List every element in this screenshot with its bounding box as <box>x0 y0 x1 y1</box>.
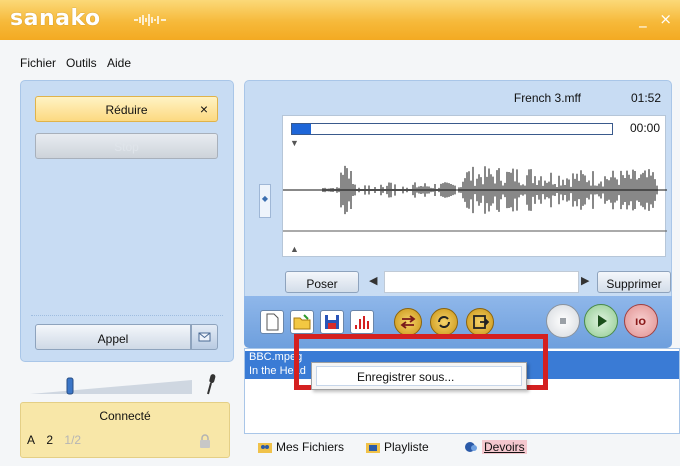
next-bookmark-icon[interactable]: ▶ <box>581 274 589 287</box>
lock-icon <box>200 434 210 448</box>
group-letter: A <box>27 433 36 447</box>
stop-icon[interactable] <box>546 304 580 338</box>
context-menu: Enregistrer sous... <box>311 362 527 390</box>
envelope-icon <box>198 332 211 342</box>
context-menu-save-as[interactable]: Enregistrer sous... <box>316 366 522 386</box>
file-name: French 3.mff <box>513 91 581 105</box>
app-logo: sanako <box>10 6 101 31</box>
context-menu-label: Enregistrer sous... <box>357 370 455 384</box>
microphone-icon <box>207 374 216 395</box>
status-panel: Connecté A 2 1/2 <box>20 402 230 458</box>
logo-wave-icon <box>134 14 166 26</box>
divider <box>31 315 223 316</box>
audio-edit-icon[interactable] <box>350 310 374 334</box>
people-folder-icon <box>258 443 272 453</box>
reduce-button[interactable]: Réduire × <box>35 96 218 122</box>
close-button[interactable]: × <box>659 10 672 28</box>
progress-bar[interactable] <box>291 123 613 135</box>
waveform-graphic <box>283 165 667 232</box>
previous-bookmark-icon[interactable]: ◀ <box>369 274 377 287</box>
supprimer-label: Supprimer <box>606 277 662 291</box>
playlist-icon <box>366 443 380 453</box>
tab-label: Devoirs <box>482 440 527 454</box>
tab-mes-fichiers[interactable]: Mes Fichiers <box>258 440 344 454</box>
save-icon[interactable] <box>320 310 344 334</box>
minimize-button[interactable]: _ <box>639 10 647 28</box>
open-folder-icon[interactable] <box>290 310 314 334</box>
pane-resize-handle[interactable]: ◆ <box>259 184 271 218</box>
left-panel: Réduire × Stop Appel <box>20 80 234 362</box>
volume-handle <box>66 377 74 395</box>
group-number: 2 <box>46 433 54 447</box>
bottom-tabs: Mes Fichiers Playliste Devoirs <box>244 434 680 466</box>
title-bar: sanako _ × <box>0 0 680 40</box>
bookmark-field[interactable] <box>384 271 579 293</box>
swap-tracks-icon[interactable] <box>394 308 422 336</box>
menu-outils[interactable]: Outils <box>66 56 97 70</box>
record-icon[interactable]: IO <box>624 304 658 338</box>
menu-bar: Fichier Outils Aide <box>0 40 680 76</box>
reduce-close-icon[interactable]: × <box>200 101 208 117</box>
app-window: sanako _ × Fichier Outils Aide Réduire ×… <box>0 0 680 466</box>
message-button[interactable] <box>191 324 218 350</box>
tab-devoirs[interactable]: Devoirs <box>464 440 527 454</box>
menu-aide[interactable]: Aide <box>107 56 131 70</box>
end-marker-icon[interactable]: ▲ <box>290 244 299 254</box>
stop-button: Stop <box>35 133 218 159</box>
connection-status: Connecté <box>99 409 151 423</box>
position-time: 00:00 <box>629 121 660 135</box>
volume-slider[interactable] <box>30 372 192 396</box>
menu-fichier[interactable]: Fichier <box>20 56 56 70</box>
tab-playliste[interactable]: Playliste <box>366 440 429 454</box>
tab-label: Playliste <box>384 440 429 454</box>
call-button[interactable]: Appel <box>35 324 191 350</box>
stop-label: Stop <box>114 140 139 154</box>
poser-label: Poser <box>306 277 338 291</box>
repeat-icon[interactable] <box>430 308 458 336</box>
reduce-label: Réduire <box>105 103 148 117</box>
play-icon[interactable] <box>584 304 618 338</box>
tab-label: Mes Fichiers <box>276 440 345 454</box>
supprimer-button[interactable]: Supprimer <box>597 271 671 293</box>
file-duration: 01:52 <box>630 91 661 105</box>
call-label: Appel <box>97 332 129 346</box>
export-icon[interactable] <box>466 308 494 336</box>
homework-icon <box>465 442 477 452</box>
group-extra: 1/2 <box>64 433 82 447</box>
waveform-view[interactable]: 00:00 ▼ ▲ <box>282 115 667 257</box>
poser-button[interactable]: Poser <box>285 271 359 293</box>
progress-fill <box>292 124 312 134</box>
new-file-icon[interactable] <box>260 310 284 334</box>
svg-text:IO: IO <box>635 318 646 328</box>
